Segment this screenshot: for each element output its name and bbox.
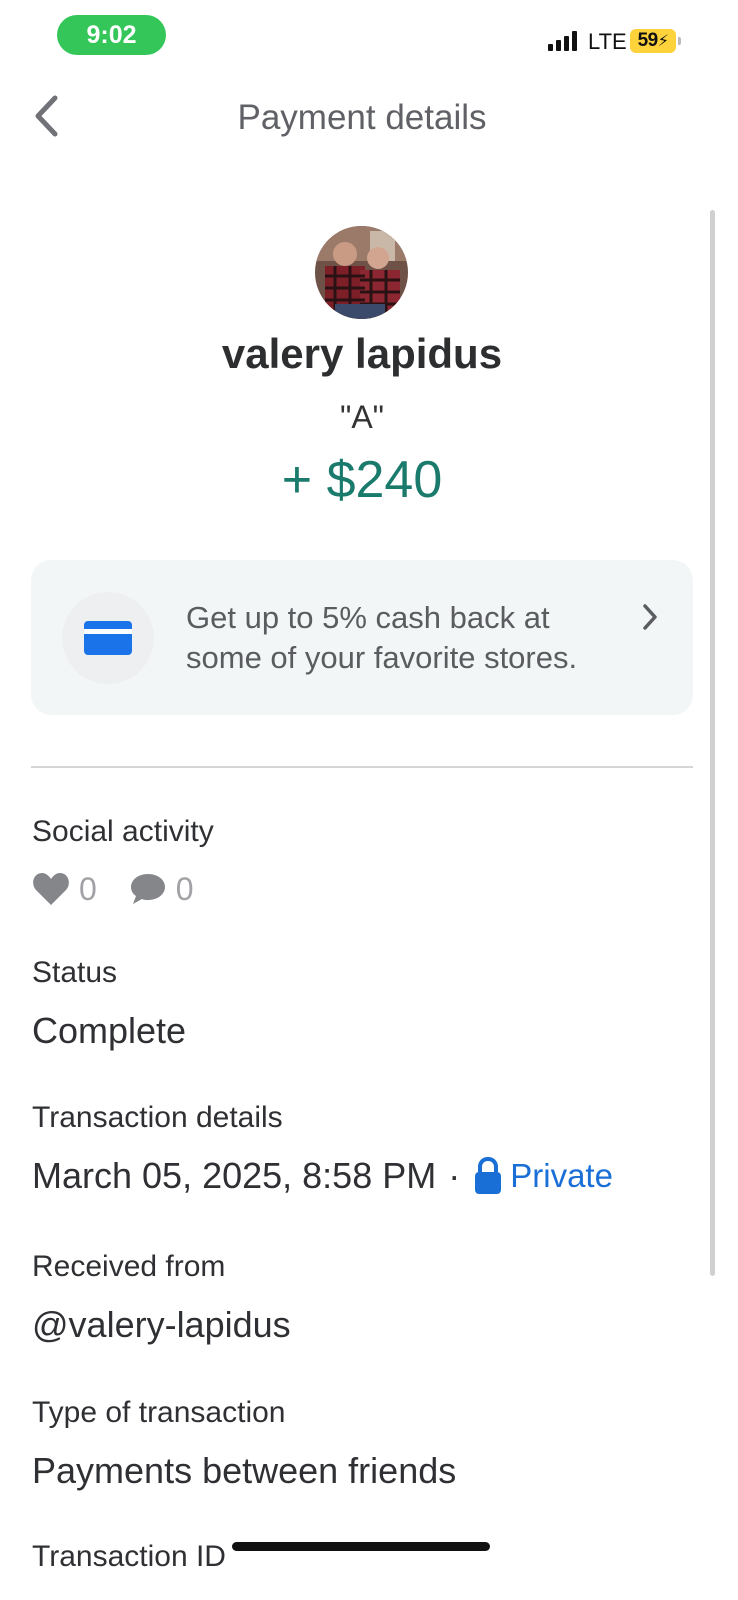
network-label: LTE xyxy=(588,29,627,54)
transaction-details-row: March 05, 2025, 8:58 PM · Private xyxy=(32,1155,613,1197)
transaction-date: March 05, 2025, 8:58 PM xyxy=(32,1155,437,1196)
status-time: 9:02 xyxy=(57,15,166,55)
comment-icon xyxy=(130,874,165,904)
transaction-id-label: Transaction ID xyxy=(32,1540,226,1573)
social-activity-label: Social activity xyxy=(32,815,214,848)
payment-amount: + $240 xyxy=(281,451,443,509)
social-activity-row: 0 0 xyxy=(32,868,194,910)
transaction-type-value: Payments between friends xyxy=(32,1450,457,1491)
payer-name: valery lapidus xyxy=(221,330,503,377)
status-value: Complete xyxy=(32,1010,187,1051)
avatar[interactable] xyxy=(315,226,408,319)
transaction-details-label: Transaction details xyxy=(32,1101,283,1134)
received-from-label: Received from xyxy=(32,1250,226,1283)
chevron-right-icon xyxy=(635,602,665,632)
payment-note: "A" xyxy=(339,399,385,435)
lock-icon xyxy=(475,1157,502,1194)
heart-icon xyxy=(33,873,69,905)
separator-dot: · xyxy=(448,1155,461,1196)
section-divider xyxy=(31,766,693,768)
promo-icon-circle xyxy=(62,592,154,684)
home-indicator[interactable] xyxy=(232,1542,490,1551)
like-count: 0 xyxy=(79,870,97,907)
status-bar: 9:02 LTE 59 ⚡ xyxy=(0,0,738,70)
battery-level: 59 xyxy=(637,30,659,51)
cash-back-promo-card[interactable]: Get up to 5% cash back at some of your f… xyxy=(31,560,693,715)
credit-card-icon xyxy=(84,621,132,655)
avatar-photo xyxy=(315,226,408,319)
like-button[interactable]: 0 xyxy=(32,871,97,908)
promo-text: Get up to 5% cash back at some of your f… xyxy=(186,600,578,675)
status-label: Status xyxy=(32,956,118,989)
received-from-value[interactable]: @valery-lapidus xyxy=(32,1304,291,1346)
comment-count: 0 xyxy=(175,870,194,907)
comment-button[interactable]: 0 xyxy=(129,871,194,908)
privacy-setting[interactable]: Private xyxy=(474,1157,613,1195)
page-title: Payment details xyxy=(237,98,487,137)
battery-icon: 59 ⚡ xyxy=(630,29,681,53)
transaction-type-label: Type of transaction xyxy=(32,1396,286,1429)
privacy-label: Private xyxy=(510,1157,613,1194)
signal-icon xyxy=(548,31,577,51)
